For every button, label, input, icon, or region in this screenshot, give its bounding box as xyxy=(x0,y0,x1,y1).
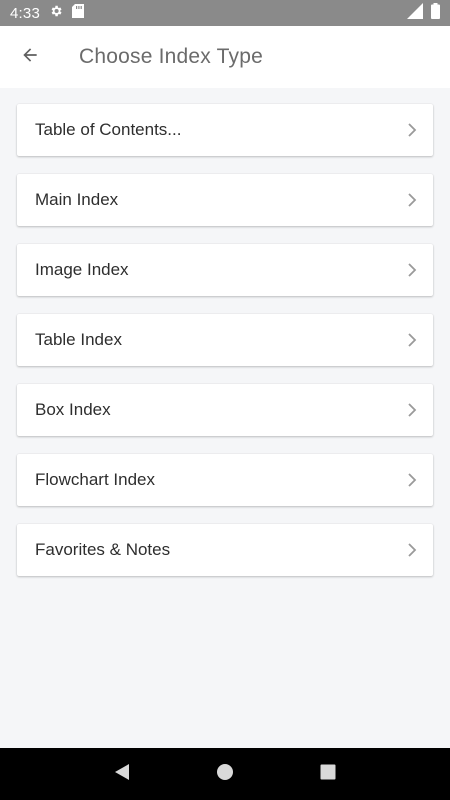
recents-square-icon xyxy=(320,764,336,785)
list-item-table-index[interactable]: Table Index xyxy=(17,314,433,366)
signal-icon xyxy=(407,3,423,23)
chevron-right-icon xyxy=(405,403,419,417)
sd-card-icon xyxy=(72,4,84,22)
nav-recents-button[interactable] xyxy=(308,754,348,794)
settings-icon xyxy=(49,4,63,22)
list-item-box-index[interactable]: Box Index xyxy=(17,384,433,436)
battery-icon xyxy=(431,3,440,23)
chevron-right-icon xyxy=(405,473,419,487)
list-item-main-index[interactable]: Main Index xyxy=(17,174,433,226)
list-item-label: Box Index xyxy=(35,400,111,419)
chevron-right-icon xyxy=(405,333,419,347)
list-item-label: Table of Contents... xyxy=(35,120,182,139)
list-item-table-of-contents[interactable]: Table of Contents... xyxy=(17,104,433,156)
list-item-favorites-notes[interactable]: Favorites & Notes xyxy=(17,524,433,576)
arrow-back-icon xyxy=(20,45,40,70)
nav-back-button[interactable] xyxy=(102,754,142,794)
list-item-image-index[interactable]: Image Index xyxy=(17,244,433,296)
list-item-label: Table Index xyxy=(35,330,122,349)
chevron-right-icon xyxy=(405,263,419,277)
status-time: 4:33 xyxy=(10,4,40,22)
page-title: Choose Index Type xyxy=(79,45,263,68)
chevron-right-icon xyxy=(405,543,419,557)
app-bar: Choose Index Type xyxy=(0,26,450,88)
system-nav-bar xyxy=(0,748,450,800)
back-triangle-icon xyxy=(114,763,130,786)
back-button[interactable] xyxy=(0,26,60,88)
status-bar: 4:33 xyxy=(0,0,450,26)
list-item-label: Image Index xyxy=(35,260,129,279)
list-item-label: Flowchart Index xyxy=(35,470,155,489)
home-circle-icon xyxy=(216,763,234,786)
status-right xyxy=(407,3,440,23)
chevron-right-icon xyxy=(405,123,419,137)
nav-home-button[interactable] xyxy=(205,754,245,794)
list-item-label: Main Index xyxy=(35,190,119,209)
chevron-right-icon xyxy=(405,193,419,207)
list-item-flowchart-index[interactable]: Flowchart Index xyxy=(17,454,433,506)
status-left: 4:33 xyxy=(10,4,84,22)
list-item-label: Favorites & Notes xyxy=(35,540,171,559)
index-type-list: Table of Contents... Main Index Image In… xyxy=(0,88,450,748)
